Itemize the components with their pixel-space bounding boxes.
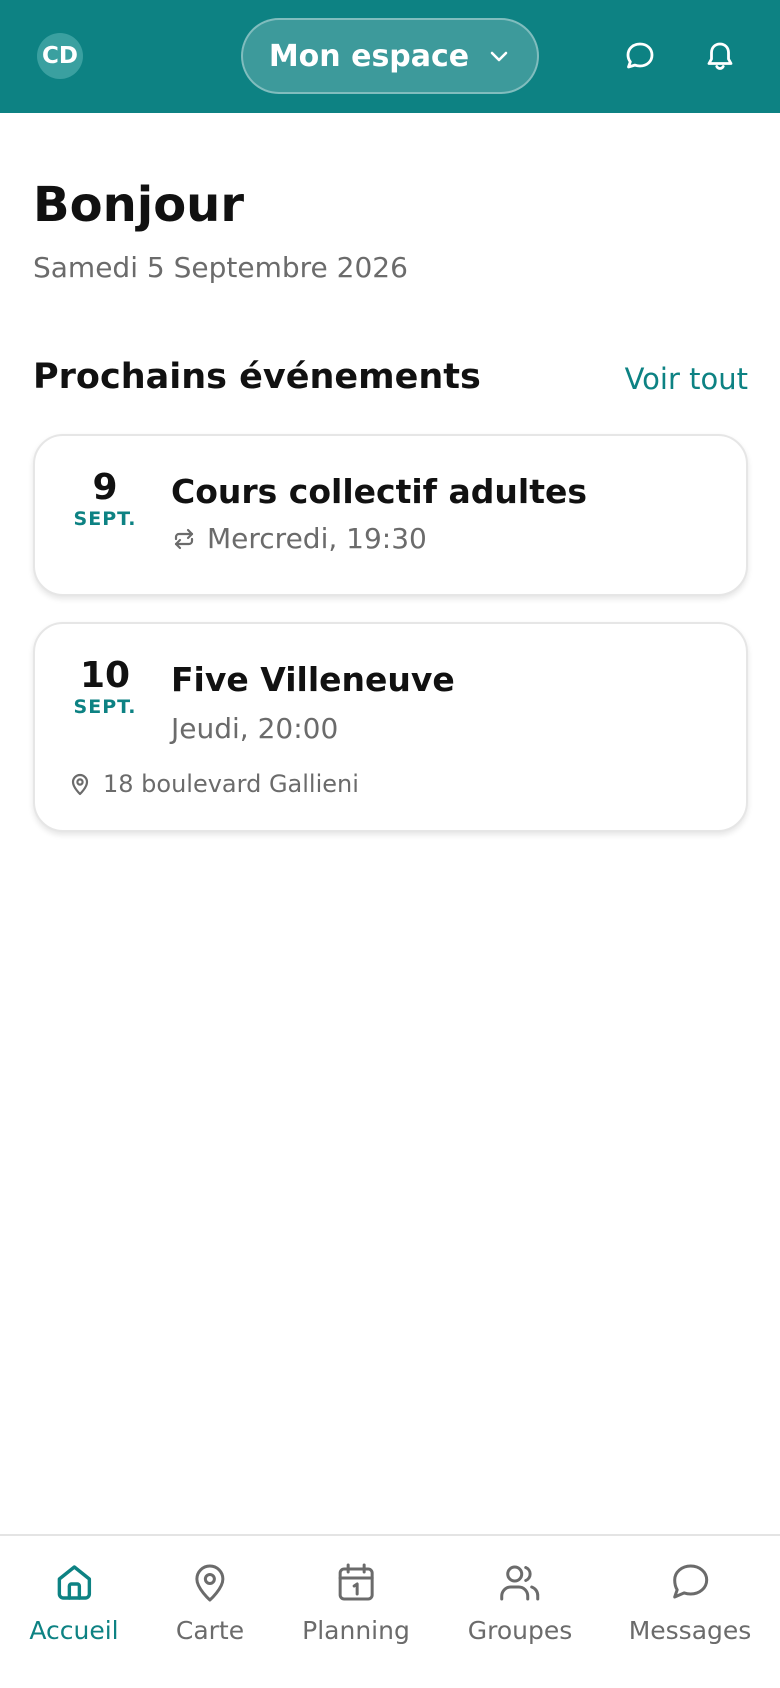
event-date: 9 SEPT. bbox=[35, 467, 175, 531]
event-location: 18 boulevard Gallieni bbox=[67, 770, 359, 798]
nav-item-carte[interactable]: Carte bbox=[176, 1560, 244, 1645]
see-all-link[interactable]: Voir tout bbox=[625, 362, 748, 396]
nav-label: Planning bbox=[302, 1616, 410, 1645]
chevron-down-icon bbox=[490, 51, 508, 62]
nav-label: Accueil bbox=[29, 1616, 119, 1645]
repeat-icon bbox=[174, 528, 194, 549]
users-icon bbox=[500, 1565, 540, 1601]
space-selector-label: Mon espace bbox=[268, 38, 470, 74]
message-icon bbox=[673, 1564, 709, 1599]
event-title: Five Villeneuve bbox=[171, 660, 455, 699]
event-time-text: Mercredi, 19:30 bbox=[207, 522, 427, 555]
event-location-text: 18 boulevard Gallieni bbox=[103, 770, 359, 798]
event-day: 9 bbox=[92, 467, 118, 508]
event-day: 10 bbox=[79, 655, 131, 696]
event-time-text: Jeudi, 20:00 bbox=[171, 712, 339, 745]
nav-item-planning[interactable]: Planning bbox=[302, 1560, 410, 1645]
nav-item-groupes[interactable]: Groupes bbox=[467, 1560, 573, 1645]
bell-icon bbox=[707, 42, 733, 70]
event-time: Mercredi, 19:30 bbox=[171, 522, 427, 555]
home-icon bbox=[57, 1565, 91, 1600]
notifications-button[interactable] bbox=[702, 38, 738, 74]
event-card[interactable]: 9 SEPT. Cours collectif adultes Mercredi… bbox=[33, 434, 748, 596]
space-selector-button[interactable]: Mon espace bbox=[241, 18, 539, 94]
app-screen: CD Mon espace Bonjour Samedi 5 Septembre… bbox=[0, 0, 780, 1688]
nav-label: Messages bbox=[628, 1616, 752, 1645]
nav-item-messages[interactable]: Messages bbox=[628, 1560, 752, 1645]
upcoming-events-title: Prochains événements bbox=[33, 357, 481, 397]
map-pin-icon bbox=[71, 773, 89, 796]
calendar-icon bbox=[338, 1563, 374, 1601]
event-date: 10 SEPT. bbox=[35, 655, 175, 719]
greeting-date: Samedi 5 Septembre 2026 bbox=[33, 251, 408, 284]
chat-button[interactable] bbox=[622, 38, 658, 74]
event-time: Jeudi, 20:00 bbox=[171, 712, 338, 745]
nav-item-accueil[interactable]: Accueil bbox=[29, 1560, 119, 1645]
map-pin-icon bbox=[195, 1564, 225, 1602]
event-month: SEPT. bbox=[73, 696, 137, 718]
event-card[interactable]: 10 SEPT. Five Villeneuve Jeudi, 20:00 18… bbox=[33, 622, 748, 832]
top-app-bar: CD Mon espace bbox=[0, 0, 780, 113]
event-month: SEPT. bbox=[73, 508, 137, 530]
bottom-navigation: Accueil Carte Planning Groupes Messages bbox=[0, 1534, 780, 1688]
greeting-title: Bonjour bbox=[33, 177, 245, 233]
chat-icon bbox=[626, 42, 654, 69]
avatar[interactable]: CD bbox=[37, 33, 83, 79]
nav-label: Carte bbox=[175, 1616, 245, 1645]
nav-label: Groupes bbox=[467, 1616, 573, 1645]
event-title: Cours collectif adultes bbox=[171, 472, 588, 511]
